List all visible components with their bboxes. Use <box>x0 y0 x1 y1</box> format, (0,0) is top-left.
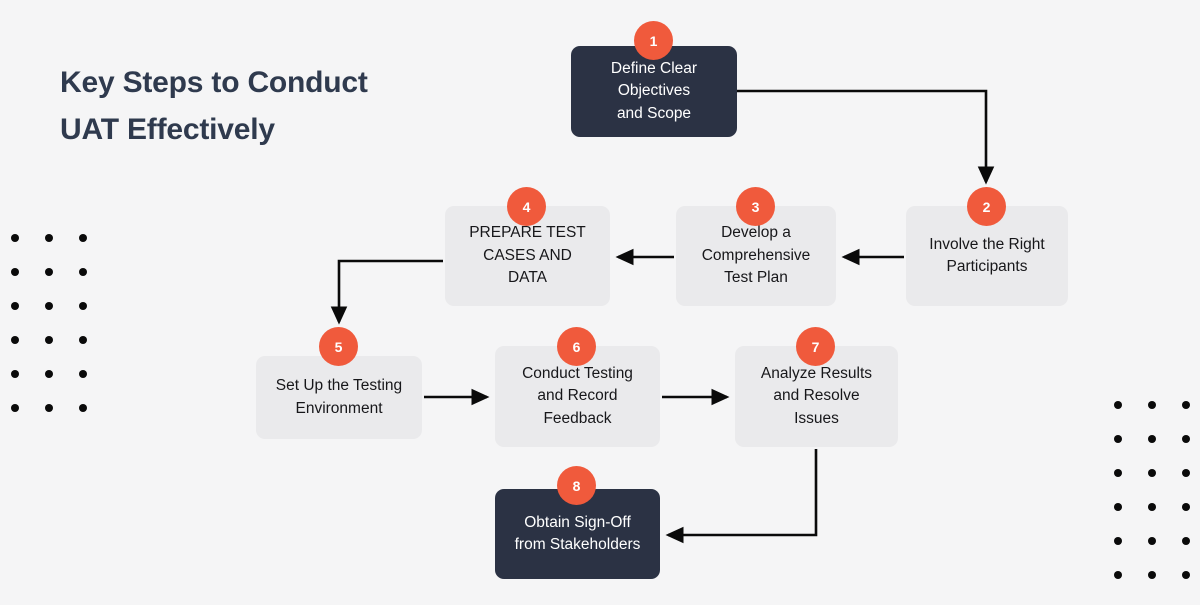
step-badge-8: 8 <box>557 466 596 505</box>
infographic-canvas: Key Steps to Conduct UAT Effectively Def… <box>0 0 1200 600</box>
step-badge-5: 5 <box>319 327 358 366</box>
step-node-5[interactable]: Set Up the Testing Environment <box>256 356 422 439</box>
step-card-label-5: Set Up the Testing Environment <box>256 356 422 439</box>
step-badge-7: 7 <box>796 327 835 366</box>
step-badge-3: 3 <box>736 187 775 226</box>
connector-7-to-8 <box>665 449 818 544</box>
connector-1-to-2 <box>737 89 995 185</box>
step-badge-2: 2 <box>967 187 1006 226</box>
step-badge-6: 6 <box>557 327 596 366</box>
connector-4-to-5 <box>330 259 443 325</box>
step-badge-1: 1 <box>634 21 673 60</box>
step-badge-4: 4 <box>507 187 546 226</box>
